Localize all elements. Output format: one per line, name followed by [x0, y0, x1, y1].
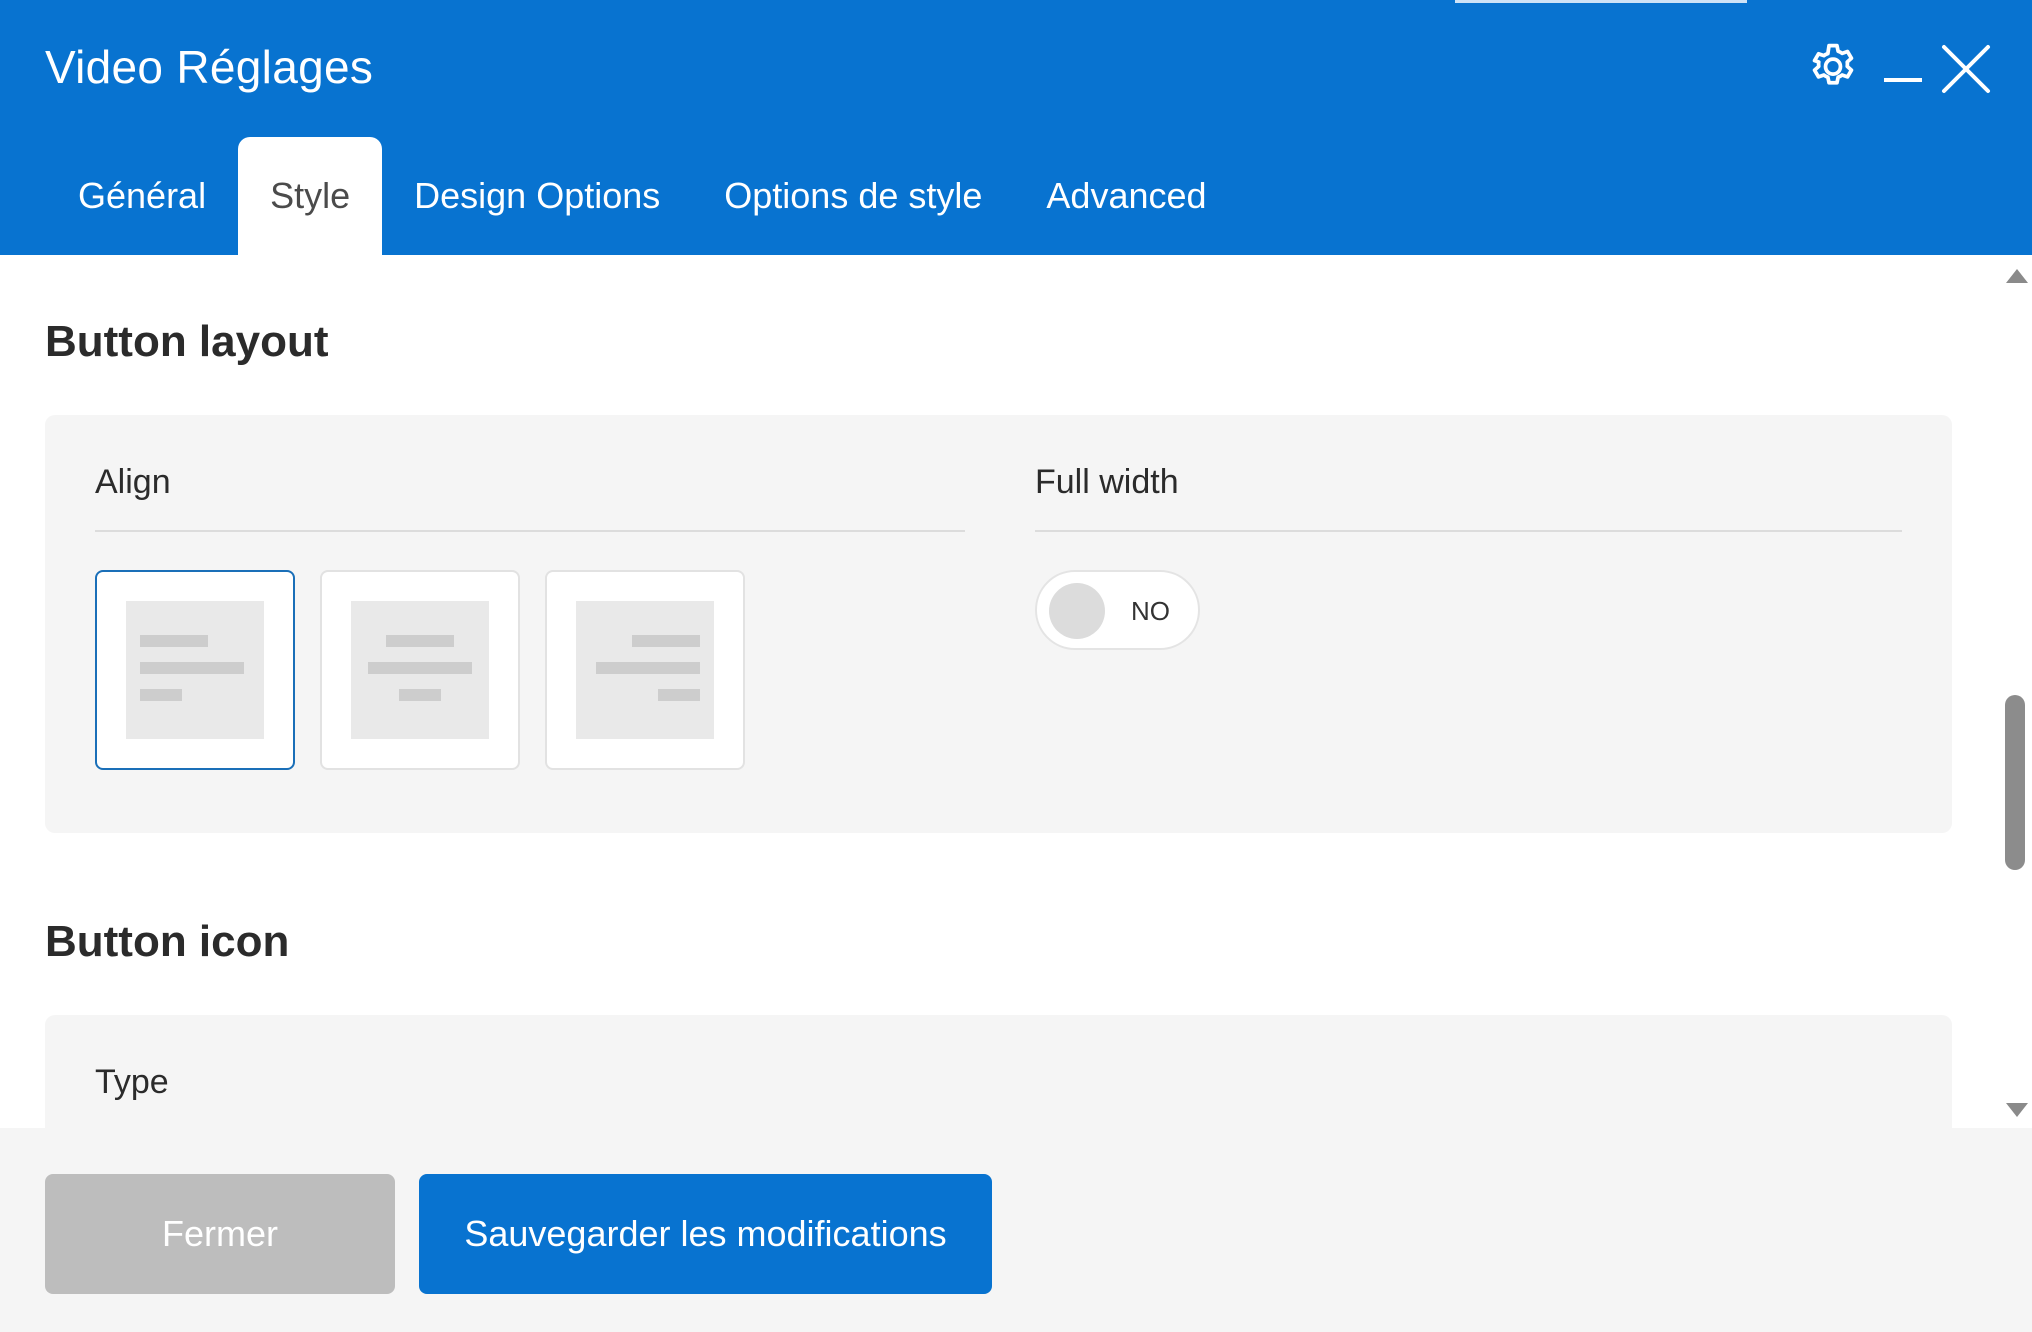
align-left-preview	[126, 601, 264, 739]
tab-options-de-style[interactable]: Options de style	[692, 137, 1014, 255]
align-left-option[interactable]	[95, 570, 295, 770]
header-bar: Video Réglages Général Style Design Opti…	[0, 0, 2032, 255]
section-title-button-icon: Button icon	[45, 917, 290, 966]
toggle-state-text: NO	[1131, 596, 1170, 626]
tab-advanced[interactable]: Advanced	[1014, 137, 1238, 255]
button-layout-panel: Align Full width NO	[45, 415, 1952, 833]
full-width-toggle[interactable]: NO	[1035, 570, 1200, 650]
toggle-knob	[1049, 583, 1105, 639]
tab-design-options[interactable]: Design Options	[382, 137, 692, 255]
content-scrollbar[interactable]	[2000, 255, 2032, 1128]
close-button[interactable]: Fermer	[45, 1174, 395, 1294]
button-icon-panel: Type	[45, 1015, 1952, 1128]
scroll-down-arrow-icon[interactable]	[2006, 1103, 2028, 1117]
section-title-button-layout: Button layout	[45, 317, 329, 366]
full-width-label: Full width	[1035, 463, 1179, 501]
align-right-preview	[576, 601, 714, 739]
scroll-up-arrow-icon[interactable]	[2006, 269, 2028, 283]
align-right-option[interactable]	[545, 570, 745, 770]
footer-bar: Fermer Sauvegarder les modifications	[0, 1128, 2032, 1332]
tab-bar: Général Style Design Options Options de …	[46, 137, 1239, 255]
minimize-icon[interactable]	[1882, 40, 1926, 90]
align-label: Align	[95, 463, 171, 501]
align-divider	[95, 530, 965, 532]
tab-general[interactable]: Général	[46, 137, 238, 255]
align-center-option[interactable]	[320, 570, 520, 770]
header-accent-line	[1455, 0, 1747, 3]
full-width-divider	[1035, 530, 1902, 532]
tab-style[interactable]: Style	[238, 137, 383, 255]
scroll-thumb[interactable]	[2005, 695, 2025, 870]
gear-icon[interactable]	[1805, 37, 1861, 93]
settings-content: Button layout Align Full width NO Button…	[0, 255, 2000, 1128]
save-changes-button[interactable]: Sauvegarder les modifications	[419, 1174, 992, 1294]
window-title: Video Réglages	[45, 41, 374, 93]
close-icon[interactable]	[1940, 43, 1992, 95]
type-label: Type	[95, 1063, 169, 1101]
align-center-preview	[351, 601, 489, 739]
